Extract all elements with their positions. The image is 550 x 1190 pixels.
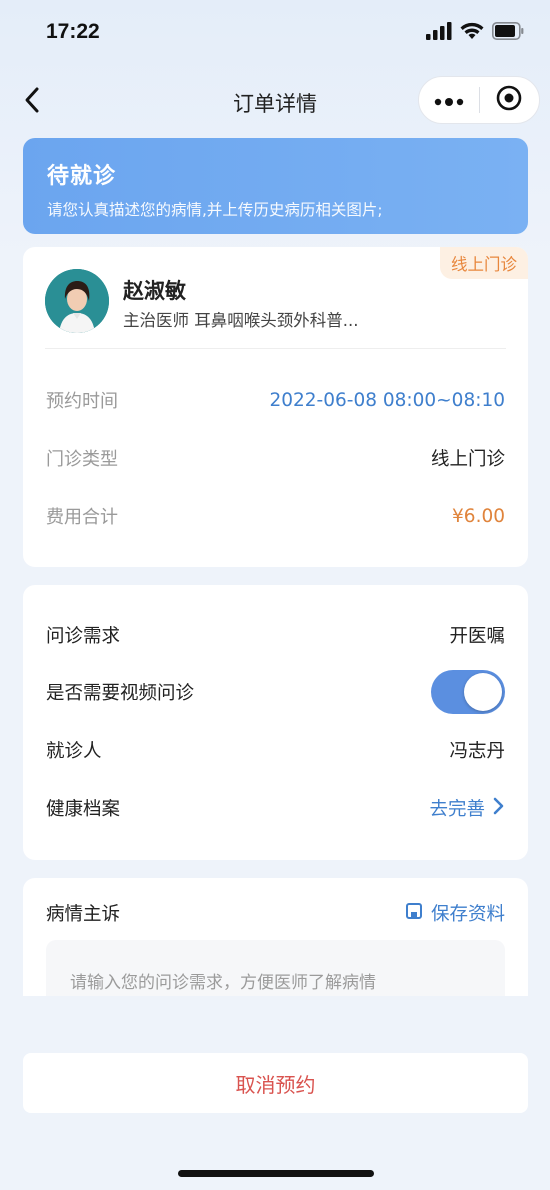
clinic-type-row: 门诊类型 线上门诊: [46, 443, 505, 473]
doctor-avatar: [45, 269, 109, 333]
video-consult-label: 是否需要视频问诊: [46, 683, 195, 704]
divider: [45, 348, 506, 349]
status-time: 17:22: [46, 20, 100, 43]
consult-need-label: 问诊需求: [46, 626, 121, 647]
record-target-icon: [496, 85, 522, 115]
status-bar: 17:22: [0, 0, 550, 64]
signal-icon: [426, 22, 452, 44]
home-indicator: [178, 1170, 374, 1177]
close-mini-program-button[interactable]: [479, 76, 539, 124]
save-info-label: 保存资料: [430, 904, 505, 925]
clinic-type-badge: 线上门诊: [440, 247, 528, 279]
navigation-bar: 订单详情: [0, 72, 550, 132]
appointment-card: 线上门诊 赵淑敏 主治医师 耳鼻咽喉头颈外科普... 预约时间 2022-06-…: [23, 247, 528, 567]
mini-program-capsule: [418, 76, 540, 124]
consult-need-row: 问诊需求 开医嘱: [46, 620, 505, 650]
fee-value: ¥6.00: [452, 505, 505, 527]
health-record-row[interactable]: 健康档案 去完善: [46, 793, 505, 823]
consultation-card: 问诊需求 开医嘱 是否需要视频问诊 就诊人 冯志丹 健康档案 去完善: [23, 585, 528, 860]
doctor-title-department: 主治医师 耳鼻咽喉头颈外科普...: [123, 311, 359, 330]
clinic-type-label: 门诊类型: [46, 449, 118, 470]
health-record-label: 健康档案: [46, 799, 121, 820]
complaint-card: 病情主诉 保存资料 请输入您的问诊需求，方便医师了解病情: [23, 878, 528, 1008]
clinic-type-value: 线上门诊: [430, 449, 505, 470]
complete-record-text: 去完善: [429, 799, 485, 820]
battery-icon: [492, 22, 524, 44]
toggle-knob: [464, 673, 502, 711]
bottom-fade: [0, 996, 550, 1048]
status-banner: 待就诊 请您认真描述您的病情,并上传历史病历相关图片;: [23, 138, 528, 234]
complaint-title: 病情主诉: [46, 904, 121, 925]
chevron-right-icon: [493, 796, 505, 821]
video-consult-row: 是否需要视频问诊: [46, 670, 505, 714]
status-icons: [426, 22, 524, 44]
patient-row: 就诊人 冯志丹: [46, 735, 505, 765]
save-info-button[interactable]: 保存资料: [405, 900, 505, 926]
save-disk-icon: [405, 902, 423, 925]
more-dots-icon: [434, 91, 464, 110]
order-status-title: 待就诊: [47, 164, 117, 189]
patient-value: 冯志丹: [449, 741, 505, 762]
cancel-appointment-button[interactable]: 取消预约: [23, 1053, 528, 1113]
wifi-icon: [460, 22, 484, 44]
more-button[interactable]: [419, 76, 479, 124]
fee-row: 费用合计 ¥6.00: [46, 501, 505, 531]
complete-record-link[interactable]: 去完善: [429, 795, 505, 821]
consult-need-value: 开医嘱: [449, 626, 505, 647]
order-status-description: 请您认真描述您的病情,并上传历史病历相关图片;: [47, 201, 383, 219]
appointment-time-label: 预约时间: [46, 391, 118, 412]
patient-label: 就诊人: [46, 741, 102, 762]
video-consult-toggle[interactable]: [431, 670, 505, 714]
complaint-placeholder: 请输入您的问诊需求，方便医师了解病情: [70, 973, 376, 993]
doctor-name: 赵淑敏: [123, 279, 186, 303]
appointment-time-value: 2022-06-08 08:00~08:10: [269, 389, 505, 411]
fee-label: 费用合计: [46, 507, 118, 528]
appointment-time-row: 预约时间 2022-06-08 08:00~08:10: [46, 385, 505, 415]
